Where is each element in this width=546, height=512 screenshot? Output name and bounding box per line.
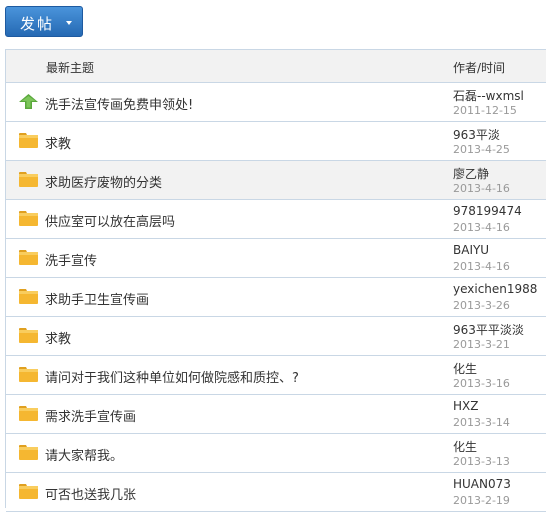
table-row: 需求洗手宣传画 HXZ 2013-3-14 bbox=[6, 395, 546, 434]
post-date: 2013-4-16 bbox=[453, 182, 510, 195]
table-row: 请大家帮我。 化生 2013-3-13 bbox=[6, 434, 546, 473]
post-date: 2013-3-13 bbox=[453, 455, 510, 468]
topic-link[interactable]: 求教 bbox=[45, 328, 71, 347]
post-date: 2013-2-19 bbox=[453, 494, 510, 507]
folder-icon bbox=[19, 289, 38, 304]
table-row: 供应室可以放在高层吗 978199474 2013-4-16 bbox=[6, 200, 546, 239]
topic-link[interactable]: 可否也送我几张 bbox=[45, 484, 136, 503]
topic-link[interactable]: 供应室可以放在高层吗 bbox=[45, 211, 175, 230]
post-date: 2013-4-16 bbox=[453, 260, 510, 273]
table-row: 求助医疗废物的分类 廖乙静 2013-4-16 bbox=[6, 161, 546, 200]
post-button-label: 发帖 bbox=[20, 15, 55, 33]
table-header: 最新主题 作者/时间 bbox=[6, 50, 546, 83]
folder-icon bbox=[19, 367, 38, 382]
chevron-down-icon[interactable] bbox=[66, 21, 72, 25]
author-link[interactable]: 978199474 bbox=[453, 204, 522, 218]
author-link[interactable]: HXZ bbox=[453, 399, 478, 413]
post-date: 2013-3-14 bbox=[453, 416, 510, 429]
topic-list: 最新主题 作者/时间 洗手法宣传画免费申领处! 石磊--wxmsl 2011-1… bbox=[5, 49, 546, 512]
column-header-author-time: 作者/时间 bbox=[453, 61, 506, 75]
column-header-topic: 最新主题 bbox=[46, 61, 95, 75]
post-date: 2013-3-26 bbox=[453, 299, 510, 312]
author-link[interactable]: 石磊--wxmsl bbox=[453, 87, 524, 104]
folder-icon bbox=[19, 445, 38, 460]
folder-icon bbox=[19, 328, 38, 343]
topic-link[interactable]: 需求洗手宣传画 bbox=[45, 406, 136, 425]
folder-icon bbox=[19, 406, 38, 421]
folder-icon bbox=[19, 133, 38, 148]
table-row: 求教 963平淡 2013-4-25 bbox=[6, 122, 546, 161]
table-row: 求教 963平平淡淡 2013-3-21 bbox=[6, 317, 546, 356]
author-link[interactable]: 化生 bbox=[453, 360, 477, 377]
author-link[interactable]: 廖乙静 bbox=[453, 165, 489, 182]
author-link[interactable]: yexichen1988 bbox=[453, 282, 537, 296]
post-date: 2013-4-16 bbox=[453, 221, 510, 234]
folder-icon bbox=[19, 211, 38, 226]
author-link[interactable]: 963平平淡淡 bbox=[453, 321, 524, 338]
folder-icon bbox=[19, 250, 38, 265]
topic-link[interactable]: 洗手法宣传画免费申领处! bbox=[45, 94, 193, 113]
post-button[interactable]: 发帖 bbox=[5, 6, 83, 37]
topic-link[interactable]: 洗手宣传 bbox=[45, 250, 97, 269]
author-link[interactable]: 963平淡 bbox=[453, 126, 500, 143]
topic-link[interactable]: 求助医疗废物的分类 bbox=[45, 172, 162, 191]
table-row: 洗手法宣传画免费申领处! 石磊--wxmsl 2011-12-15 bbox=[6, 83, 546, 122]
table-row: 请问对于我们这种单位如何做院感和质控、? 化生 2013-3-16 bbox=[6, 356, 546, 395]
table-row: 洗手宣传 BAIYU 2013-4-16 bbox=[6, 239, 546, 278]
post-date: 2013-3-21 bbox=[453, 338, 510, 351]
post-date: 2013-3-16 bbox=[453, 377, 510, 390]
folder-icon bbox=[19, 172, 38, 187]
folder-icon bbox=[19, 484, 38, 499]
topic-link[interactable]: 求教 bbox=[45, 133, 71, 152]
topic-link[interactable]: 请大家帮我。 bbox=[45, 445, 123, 464]
topic-link[interactable]: 请问对于我们这种单位如何做院感和质控、? bbox=[45, 367, 299, 386]
author-link[interactable]: BAIYU bbox=[453, 243, 489, 257]
post-date: 2011-12-15 bbox=[453, 104, 517, 117]
post-date: 2013-4-25 bbox=[453, 143, 510, 156]
author-link[interactable]: 化生 bbox=[453, 438, 477, 455]
table-row: 可否也送我几张 HUAN073 2013-2-19 bbox=[6, 473, 546, 512]
pinned-arrow-icon bbox=[19, 94, 38, 109]
topic-link[interactable]: 求助手卫生宣传画 bbox=[45, 289, 149, 308]
table-row: 求助手卫生宣传画 yexichen1988 2013-3-26 bbox=[6, 278, 546, 317]
author-link[interactable]: HUAN073 bbox=[453, 477, 511, 491]
